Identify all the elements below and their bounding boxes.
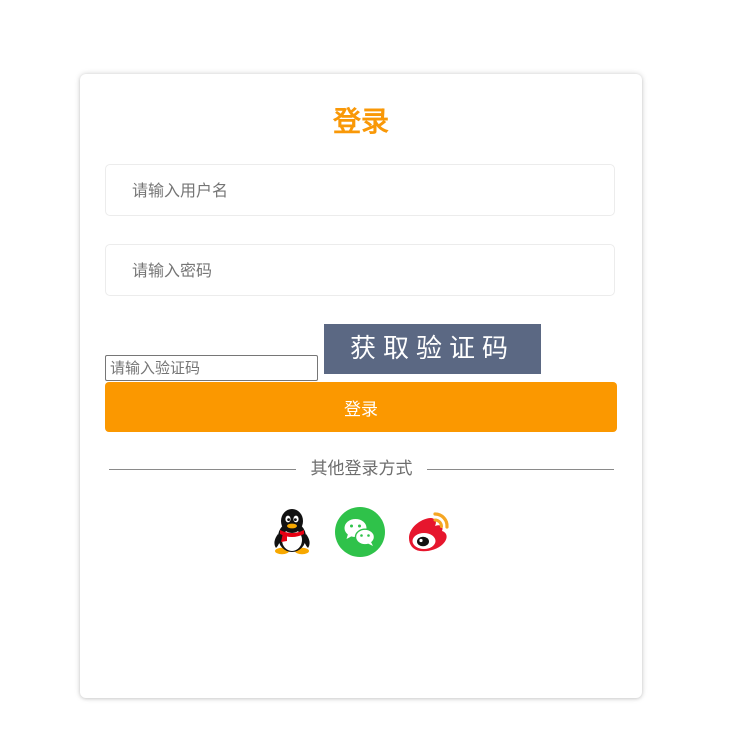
qq-login-button[interactable] (266, 506, 318, 558)
login-card: 登录 获取验证码 登录 其他登录方式 (80, 74, 642, 698)
wechat-icon (335, 507, 385, 557)
wechat-login-button[interactable] (334, 506, 386, 558)
login-button[interactable]: 登录 (105, 382, 617, 432)
other-login-divider: 其他登录方式 (109, 456, 614, 482)
page-title: 登录 (332, 105, 389, 138)
qq-icon (274, 509, 310, 555)
weibo-login-button[interactable] (402, 506, 454, 558)
weibo-icon (409, 512, 449, 552)
other-login-label: 其他登录方式 (310, 459, 413, 479)
username-input[interactable] (105, 164, 615, 216)
captcha-input[interactable] (105, 355, 318, 381)
get-captcha-button[interactable]: 获取验证码 (324, 324, 541, 374)
password-input[interactable] (105, 244, 615, 296)
